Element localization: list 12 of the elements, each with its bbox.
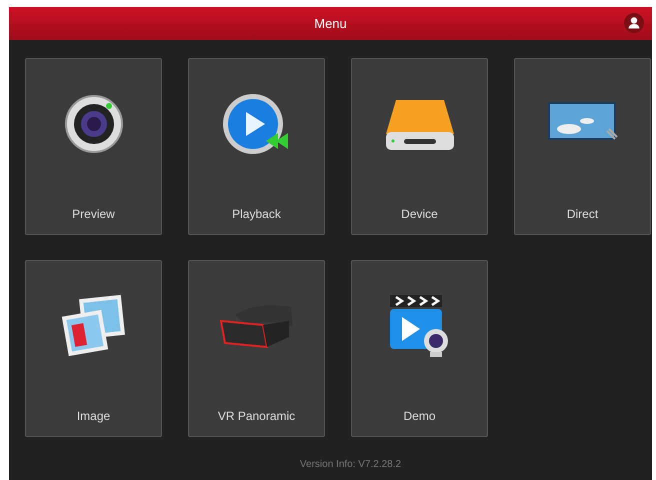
menu-tile[interactable]: Device (351, 58, 488, 235)
menu-tile[interactable]: Playback (188, 58, 325, 235)
camera-icon (64, 94, 124, 154)
menu-tile[interactable]: VR Panoramic (188, 260, 325, 437)
version-info: Version Info: V7.2.28.2 (298, 459, 402, 470)
header-title: Menu (314, 16, 347, 31)
photos-icon (60, 293, 126, 359)
menu-tile[interactable]: Image (25, 260, 162, 437)
menu-tile[interactable]: Demo (351, 260, 488, 437)
menu-tile[interactable]: Direct (514, 58, 651, 235)
user-icon[interactable] (624, 13, 644, 33)
menu-tile[interactable]: Preview (25, 58, 162, 235)
